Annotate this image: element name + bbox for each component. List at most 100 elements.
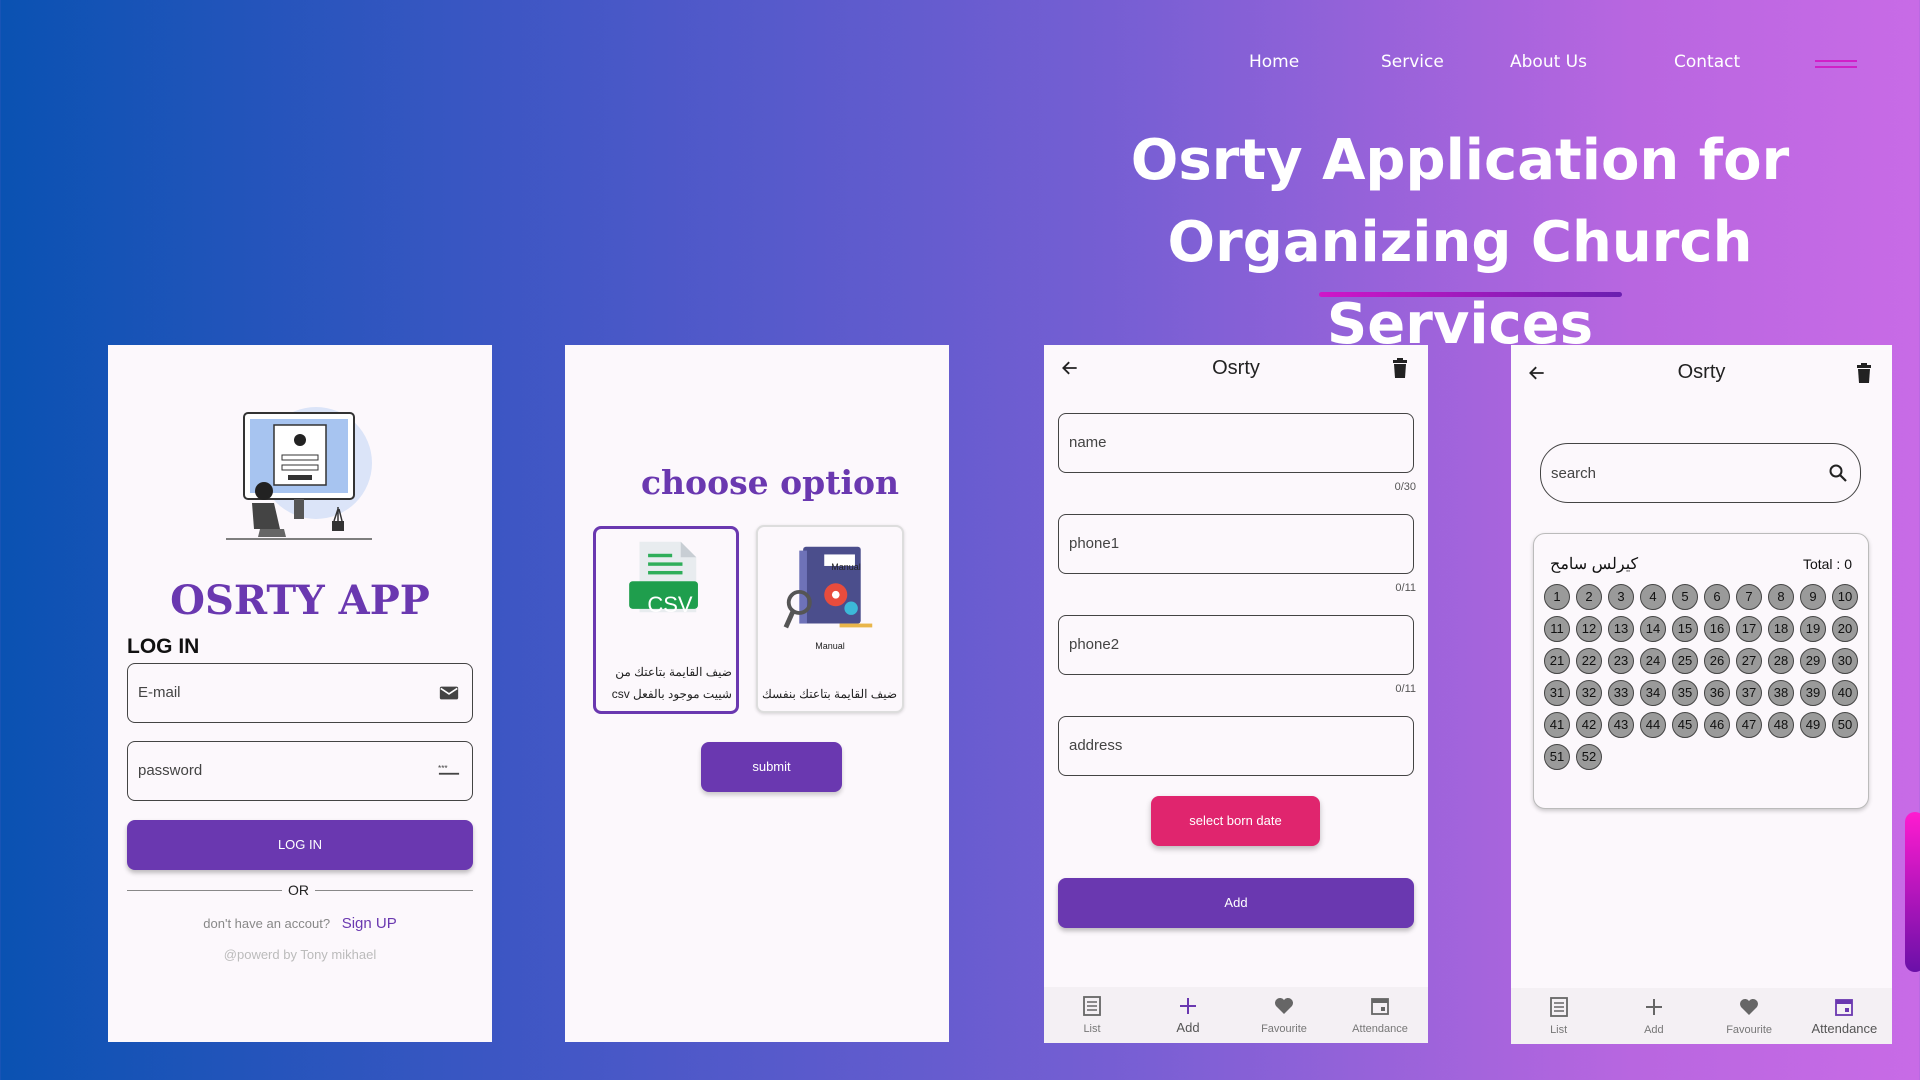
bottom-nav-add[interactable]: Add bbox=[1606, 988, 1701, 1044]
week-number-bubble[interactable]: 4 bbox=[1640, 584, 1666, 610]
trash-icon[interactable] bbox=[1392, 358, 1408, 378]
week-number-bubble[interactable]: 16 bbox=[1704, 616, 1730, 642]
week-number-bubble[interactable]: 24 bbox=[1640, 648, 1666, 674]
week-number-bubble[interactable]: 18 bbox=[1768, 616, 1794, 642]
name-counter: 0/30 bbox=[1394, 481, 1416, 493]
phone2-counter: 0/11 bbox=[1395, 683, 1416, 695]
week-number-bubble[interactable]: 44 bbox=[1640, 712, 1666, 738]
week-number-bubble[interactable]: 8 bbox=[1768, 584, 1794, 610]
week-number-bubble[interactable]: 21 bbox=[1544, 648, 1570, 674]
add-button[interactable]: Add bbox=[1058, 878, 1414, 928]
manual-book-icon bbox=[783, 546, 873, 629]
week-number-bubble[interactable]: 42 bbox=[1576, 712, 1602, 738]
login-screen: OSRTY APP LOG IN E-mail password *** LOG… bbox=[108, 345, 492, 1042]
hamburger-icon[interactable] bbox=[1815, 60, 1857, 74]
login-button[interactable]: LOG IN bbox=[127, 820, 473, 870]
week-number-bubble[interactable]: 26 bbox=[1704, 648, 1730, 674]
week-number-bubble[interactable]: 41 bbox=[1544, 712, 1570, 738]
week-number-bubble[interactable]: 17 bbox=[1736, 616, 1762, 642]
address-field[interactable]: address bbox=[1058, 716, 1414, 776]
week-number-bubble[interactable]: 49 bbox=[1800, 712, 1826, 738]
week-number-bubble[interactable]: 10 bbox=[1832, 584, 1858, 610]
bottom-nav-favourite[interactable]: Favourite bbox=[1702, 988, 1797, 1044]
week-number-bubble[interactable]: 34 bbox=[1640, 680, 1666, 706]
search-icon[interactable] bbox=[1828, 463, 1848, 483]
week-number-bubble[interactable]: 5 bbox=[1672, 584, 1698, 610]
week-number-bubble[interactable]: 50 bbox=[1832, 712, 1858, 738]
heart-icon bbox=[1740, 999, 1759, 1015]
nav-contact[interactable]: Contact bbox=[1674, 52, 1740, 72]
nav-home[interactable]: Home bbox=[1249, 52, 1299, 72]
login-title: LOG IN bbox=[127, 635, 200, 658]
bottom-nav-list-label: List bbox=[1083, 1023, 1101, 1035]
week-number-bubble[interactable]: 36 bbox=[1704, 680, 1730, 706]
nav-service[interactable]: Service bbox=[1381, 52, 1444, 72]
week-number-bubble[interactable]: 7 bbox=[1736, 584, 1762, 610]
week-number-bubble[interactable]: 14 bbox=[1640, 616, 1666, 642]
week-number-bubble[interactable]: 48 bbox=[1768, 712, 1794, 738]
week-number-bubble[interactable]: 37 bbox=[1736, 680, 1762, 706]
week-number-bubble[interactable]: 6 bbox=[1704, 584, 1730, 610]
choose-option-screen: choose option CSV ضيف القايمة بتاعتك من … bbox=[565, 345, 949, 1042]
week-number-bubble[interactable]: 2 bbox=[1576, 584, 1602, 610]
week-number-bubble[interactable]: 47 bbox=[1736, 712, 1762, 738]
hero-underline bbox=[1319, 292, 1622, 297]
bottom-nav-add[interactable]: Add bbox=[1140, 987, 1236, 1043]
week-number-bubble[interactable]: 12 bbox=[1576, 616, 1602, 642]
week-number-bubble[interactable]: 22 bbox=[1576, 648, 1602, 674]
bottom-nav-add-label: Add bbox=[1176, 1020, 1200, 1035]
week-number-bubble[interactable]: 52 bbox=[1576, 744, 1602, 770]
week-number-bubble[interactable]: 43 bbox=[1608, 712, 1634, 738]
hero-title-line2: Organizing Church Services bbox=[1167, 210, 1753, 357]
trash-icon[interactable] bbox=[1856, 363, 1872, 383]
address-label: address bbox=[1069, 737, 1123, 754]
bottom-nav-favourite[interactable]: Favourite bbox=[1236, 987, 1332, 1043]
manual-book-title: Manual bbox=[831, 562, 861, 572]
phone2-field[interactable]: phone2 bbox=[1058, 615, 1414, 675]
week-number-bubble[interactable]: 30 bbox=[1832, 648, 1858, 674]
week-number-bubble[interactable]: 38 bbox=[1768, 680, 1794, 706]
list-icon bbox=[1083, 996, 1101, 1016]
manual-option-card[interactable]: Manual Manual ضيف القايمة بتاعتك بنفسك bbox=[756, 525, 904, 713]
bottom-nav-list[interactable]: List bbox=[1511, 988, 1606, 1044]
select-born-date-button[interactable]: select born date bbox=[1151, 796, 1320, 846]
phone1-field[interactable]: phone1 bbox=[1058, 514, 1414, 574]
week-number-bubble[interactable]: 46 bbox=[1704, 712, 1730, 738]
heart-icon bbox=[1275, 998, 1293, 1014]
week-number-bubble[interactable]: 35 bbox=[1672, 680, 1698, 706]
week-number-bubble[interactable]: 29 bbox=[1800, 648, 1826, 674]
search-input[interactable]: search bbox=[1540, 443, 1861, 503]
week-number-bubble[interactable]: 45 bbox=[1672, 712, 1698, 738]
bottom-nav-attendance[interactable]: Attendance bbox=[1332, 987, 1428, 1043]
bottom-nav-list[interactable]: List bbox=[1044, 987, 1140, 1043]
week-number-bubble[interactable]: 51 bbox=[1544, 744, 1570, 770]
week-number-bubble[interactable]: 33 bbox=[1608, 680, 1634, 706]
week-number-bubble[interactable]: 23 bbox=[1608, 648, 1634, 674]
week-number-bubble[interactable]: 13 bbox=[1608, 616, 1634, 642]
week-number-bubble[interactable]: 11 bbox=[1544, 616, 1570, 642]
week-number-bubble[interactable]: 1 bbox=[1544, 584, 1570, 610]
week-number-bubble[interactable]: 19 bbox=[1800, 616, 1826, 642]
password-field[interactable]: password *** bbox=[127, 741, 473, 801]
plus-icon bbox=[1180, 998, 1196, 1014]
week-number-bubble[interactable]: 27 bbox=[1736, 648, 1762, 674]
week-number-bubble[interactable]: 15 bbox=[1672, 616, 1698, 642]
submit-button[interactable]: submit bbox=[701, 742, 842, 792]
sign-up-link[interactable]: Sign UP bbox=[342, 915, 397, 932]
week-number-bubble[interactable]: 3 bbox=[1608, 584, 1634, 610]
no-account-text: don't have an accout? bbox=[203, 916, 331, 931]
week-number-bubble[interactable]: 28 bbox=[1768, 648, 1794, 674]
csv-badge: CSV bbox=[647, 592, 693, 617]
week-number-bubble[interactable]: 32 bbox=[1576, 680, 1602, 706]
week-number-bubble[interactable]: 40 bbox=[1832, 680, 1858, 706]
week-number-bubble[interactable]: 39 bbox=[1800, 680, 1826, 706]
week-number-bubble[interactable]: 20 bbox=[1832, 616, 1858, 642]
nav-about-us[interactable]: About Us bbox=[1510, 52, 1587, 72]
week-number-bubble[interactable]: 31 bbox=[1544, 680, 1570, 706]
email-field[interactable]: E-mail bbox=[127, 663, 473, 723]
csv-option-card[interactable]: CSV ضيف القايمة بتاعتك من شييت موجود بال… bbox=[593, 526, 739, 714]
name-field[interactable]: name bbox=[1058, 413, 1414, 473]
week-number-bubble[interactable]: 9 bbox=[1800, 584, 1826, 610]
week-number-bubble[interactable]: 25 bbox=[1672, 648, 1698, 674]
bottom-nav-attendance[interactable]: Attendance bbox=[1797, 988, 1892, 1044]
